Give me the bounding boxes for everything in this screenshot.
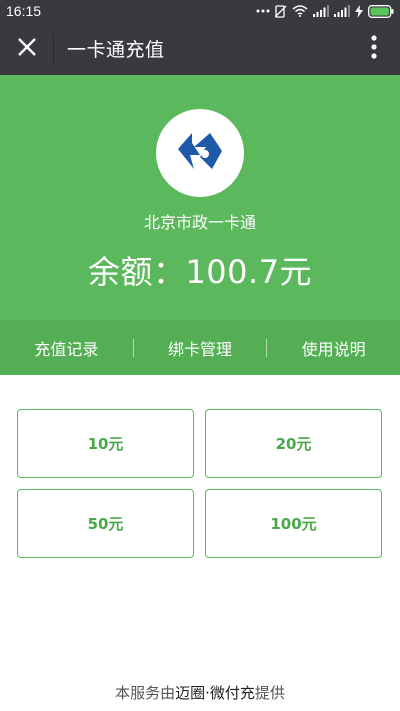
card-summary: 北京市政一卡通 余额：100.7元	[0, 75, 400, 320]
card-name: 北京市政一卡通	[143, 213, 256, 232]
close-icon	[17, 37, 37, 61]
more-dots-icon	[256, 9, 270, 13]
amount-button-100[interactable]: 100元	[205, 489, 382, 558]
mute-icon	[275, 4, 287, 18]
close-button[interactable]	[10, 32, 44, 66]
amount-button-50[interactable]: 50元	[17, 489, 194, 558]
more-button[interactable]	[362, 32, 386, 66]
battery-icon	[368, 4, 394, 18]
menu-recharge-records[interactable]: 充值记录	[0, 336, 133, 360]
amount-button-10[interactable]: 10元	[17, 409, 194, 478]
page-title: 一卡通充值	[67, 39, 165, 61]
balance-text: 余额：100.7元	[87, 253, 313, 291]
status-bar: 16:15	[0, 0, 400, 22]
footer-suffix: 提供	[254, 684, 285, 702]
wifi-icon	[292, 5, 308, 17]
signal-icon	[313, 5, 329, 17]
status-icons	[256, 3, 394, 19]
menu-instructions[interactable]: 使用说明	[267, 336, 400, 360]
charging-icon	[355, 4, 363, 18]
title-bar: 一卡通充值	[0, 22, 400, 75]
title-divider	[53, 34, 54, 64]
card-logo	[156, 109, 244, 197]
more-vertical-icon	[371, 35, 377, 63]
card-logo-icon	[170, 129, 230, 177]
signal-icon	[334, 5, 350, 17]
service-provider-note: 本服务由迈圈·微付充提供	[0, 682, 400, 703]
provider-brand: 迈圈·微付充	[175, 684, 255, 702]
menu-card-binding[interactable]: 绑卡管理	[134, 336, 267, 360]
status-time: 16:15	[6, 3, 42, 19]
amount-button-20[interactable]: 20元	[205, 409, 382, 478]
footer-prefix: 本服务由	[115, 684, 176, 702]
menu-bar: 充值记录 绑卡管理 使用说明	[0, 320, 400, 375]
